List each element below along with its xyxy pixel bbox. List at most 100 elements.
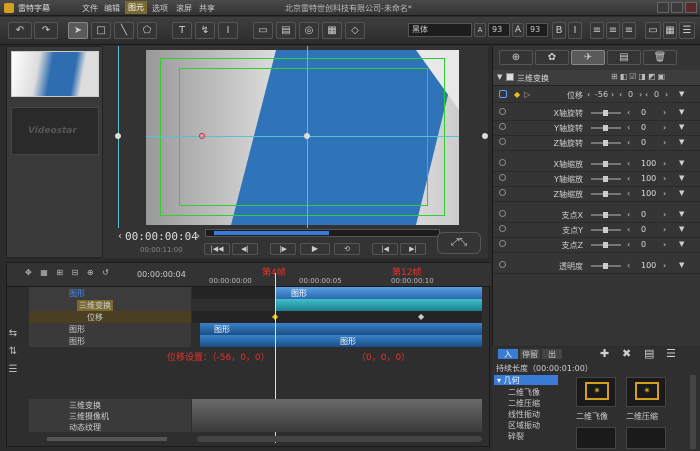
lib-item[interactable]: 区域振动 xyxy=(508,420,568,431)
property-value[interactable]: 0 xyxy=(641,138,646,147)
text-tool-icon[interactable]: T xyxy=(172,22,192,39)
property-slider[interactable] xyxy=(591,140,621,146)
font-size-2[interactable]: 93 xyxy=(526,23,548,37)
tab-effects-icon[interactable]: ✈ xyxy=(571,50,605,65)
property-value[interactable]: 0 xyxy=(641,210,646,219)
left-handle[interactable] xyxy=(115,133,121,139)
fx-track-texture[interactable]: 动态纹理 xyxy=(29,421,191,432)
property-slider[interactable] xyxy=(591,110,621,116)
value-next-arrow[interactable]: › xyxy=(663,159,666,168)
value-next-arrow[interactable]: › xyxy=(663,240,666,249)
align-center-icon[interactable]: ≡ xyxy=(606,22,620,39)
go-start-icon[interactable]: |◀◀ xyxy=(204,243,230,255)
value-prev-arrow[interactable]: ‹ xyxy=(627,189,630,198)
property-value[interactable]: 100 xyxy=(641,189,656,198)
timeline-scrollbar[interactable] xyxy=(197,436,482,442)
position-z-prev[interactable]: ‹ xyxy=(645,90,648,99)
keyframe-toggle-icon[interactable] xyxy=(499,210,506,217)
monitor-icon[interactable]: ▭ xyxy=(645,22,661,39)
step-forward-icon[interactable]: |▶ xyxy=(270,243,296,255)
keyframe-toggle-icon[interactable] xyxy=(499,159,506,166)
vertical-text-icon[interactable]: Ⅰ xyxy=(218,22,238,39)
keyframe-toggle-icon[interactable] xyxy=(499,138,506,145)
tab-style-icon[interactable]: ✿ xyxy=(535,50,569,65)
track-graphic-3[interactable]: 图形 xyxy=(29,335,191,347)
fx-track-3d-transform[interactable]: 三维变换 xyxy=(29,399,191,410)
effect-thumb-4[interactable] xyxy=(626,427,666,449)
timeline-zoom-slider[interactable] xyxy=(47,437,167,441)
keyframe-toggle-icon[interactable] xyxy=(499,189,506,196)
font-size-1[interactable]: 93 xyxy=(488,23,510,37)
key-play-icon[interactable]: ▷ xyxy=(524,90,530,99)
fx-track-3d-camera[interactable]: 三维摄像机 xyxy=(29,410,191,421)
menu-options[interactable]: 选项 xyxy=(152,3,168,14)
lib-add-icon[interactable]: ✚ xyxy=(600,347,609,360)
value-next-arrow[interactable]: › xyxy=(663,138,666,147)
menu-edit[interactable]: 编辑 xyxy=(104,3,120,14)
value-next-arrow[interactable]: › xyxy=(663,225,666,234)
property-slider[interactable] xyxy=(591,227,621,233)
align-right-icon[interactable]: ≡ xyxy=(622,22,636,39)
value-next-arrow[interactable]: › xyxy=(663,108,666,117)
tab-delete-icon[interactable]: 🗑 xyxy=(643,50,677,65)
menu-share[interactable]: 共享 xyxy=(199,3,215,14)
value-next-arrow[interactable]: › xyxy=(663,261,666,270)
value-options-icon[interactable]: ▼ xyxy=(679,225,684,233)
clip-graphic-1[interactable]: 图形 xyxy=(275,287,482,299)
effect-thumb-1[interactable]: ✷ xyxy=(576,377,616,407)
effect-thumb-3[interactable] xyxy=(576,427,616,449)
keyframe-toggle-icon[interactable] xyxy=(499,240,506,247)
value-prev-arrow[interactable]: ‹ xyxy=(627,240,630,249)
rect-tool-icon[interactable]: □ xyxy=(91,22,111,39)
value-prev-arrow[interactable]: ‹ xyxy=(627,174,630,183)
enable-checkbox[interactable] xyxy=(506,73,514,81)
collapse-icon[interactable]: ▼ xyxy=(497,73,502,81)
grid-view-icon[interactable]: ▦ xyxy=(663,22,677,39)
property-slider[interactable] xyxy=(591,212,621,218)
property-slider[interactable] xyxy=(591,125,621,131)
play-icon[interactable]: ▶ xyxy=(300,243,330,255)
path-text-icon[interactable]: ↯ xyxy=(195,22,215,39)
track-graphic-2[interactable]: 图形 xyxy=(29,323,191,335)
property-slider[interactable] xyxy=(591,191,621,197)
value-prev-arrow[interactable]: ‹ xyxy=(627,108,630,117)
progress-bar[interactable] xyxy=(205,229,440,237)
property-value[interactable]: 100 xyxy=(641,174,656,183)
menu-element[interactable]: 图元 xyxy=(125,1,147,14)
line-tool-icon[interactable]: ╲ xyxy=(114,22,134,39)
value-prev-arrow[interactable]: ‹ xyxy=(627,123,630,132)
value-prev-arrow[interactable]: ‹ xyxy=(627,225,630,234)
keyframe-toggle-icon[interactable] xyxy=(499,123,506,130)
value-options-icon[interactable]: ▼ xyxy=(679,108,684,116)
track-graphic-1[interactable]: 图形 xyxy=(29,287,191,299)
lib-grid-icon[interactable]: ▤ xyxy=(644,347,654,360)
table-tool-icon[interactable]: ▦ xyxy=(322,22,342,39)
property-slider[interactable] xyxy=(591,263,621,269)
menu-scroll[interactable]: 滚屏 xyxy=(176,3,192,14)
lib-item[interactable]: 线性振动 xyxy=(508,409,568,420)
lib-item[interactable]: 二维压缩 xyxy=(508,398,568,409)
loop-icon[interactable]: ⟲ xyxy=(334,243,360,255)
center-handle[interactable] xyxy=(304,133,310,139)
minimize-button[interactable] xyxy=(657,2,669,13)
clip-graphic-3[interactable]: 图形 xyxy=(200,335,482,347)
image-tool-icon[interactable]: ▭ xyxy=(253,22,273,39)
tab-page-icon[interactable]: ▤ xyxy=(607,50,641,65)
font-size-increase-icon[interactable]: A xyxy=(512,23,524,37)
clip-3d-transform[interactable] xyxy=(275,299,482,311)
position-x-next[interactable]: › xyxy=(611,90,614,99)
italic-icon[interactable]: I xyxy=(568,22,582,39)
timeline-tools[interactable]: ✥ ▦ ⊞ ⊟ ⊕ ↺ xyxy=(25,268,112,277)
bold-icon[interactable]: B xyxy=(552,22,566,39)
lib-remove-icon[interactable]: ✖ xyxy=(622,347,631,360)
effect-thumb-2[interactable]: ✷ xyxy=(626,377,666,407)
font-select[interactable]: 黑体 xyxy=(408,23,472,37)
canvas[interactable] xyxy=(146,50,459,225)
position-x[interactable]: -56 xyxy=(595,90,608,99)
select-tool-icon[interactable]: ➤ xyxy=(68,22,88,39)
undo-icon[interactable]: ↶ xyxy=(8,22,32,39)
anchor-point[interactable] xyxy=(199,133,205,139)
keyframe-toggle-icon[interactable] xyxy=(499,108,506,115)
fullscreen-icon[interactable]: ⤢⤡ xyxy=(437,232,481,254)
right-handle[interactable] xyxy=(482,133,488,139)
